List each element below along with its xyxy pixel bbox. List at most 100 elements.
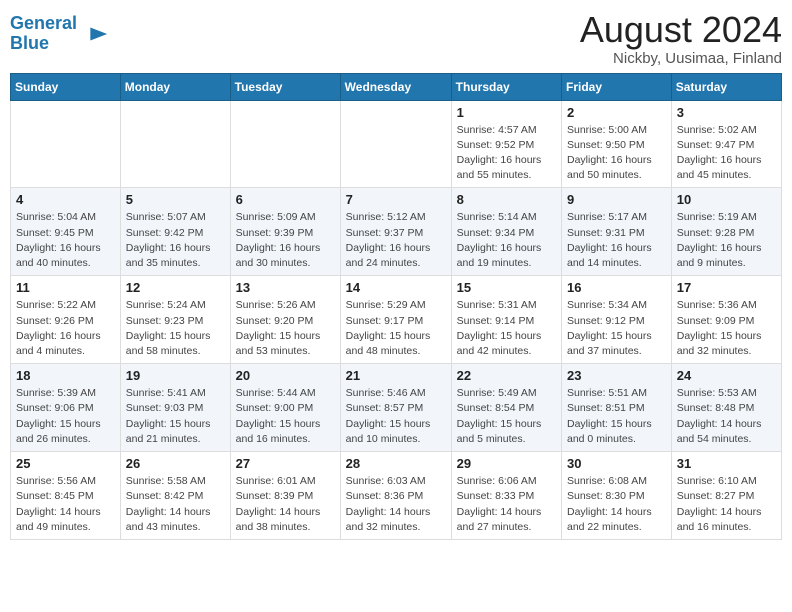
day-number: 21 [346,368,446,383]
calendar-cell: 31 Sunrise: 6:10 AM Sunset: 8:27 PM Dayli… [671,452,781,540]
day-number: 10 [677,192,776,207]
day-number: 12 [126,280,225,295]
calendar-cell: 14 Sunrise: 5:29 AM Sunset: 9:17 PM Dayli… [340,276,451,364]
week-row: 25Sunrise: 5:56 AM Sunset: 8:45 PM Dayli… [11,452,782,540]
calendar-cell: 19Sunrise: 5:41 AM Sunset: 9:03 PM Dayli… [120,364,230,452]
calendar-cell [340,100,451,188]
day-info: Sunrise: 6:01 AM Sunset: 8:39 PM Dayligh… [236,474,335,535]
day-number: 8 [457,192,556,207]
day-info: Sunrise: 5:34 AM Sunset: 9:12 PM Dayligh… [567,298,666,359]
title-block: August 2024 Nickby, Uusimaa, Finland [580,10,782,67]
day-info: Sunrise: 5:49 AM Sunset: 8:54 PM Dayligh… [457,386,556,447]
day-number: 6 [236,192,335,207]
day-info: Sunrise: 5:46 AM Sunset: 8:57 PM Dayligh… [346,386,446,447]
day-info: Sunrise: 5:09 AM Sunset: 9:39 PM Dayligh… [236,210,335,271]
calendar-body: 1Sunrise: 4:57 AM Sunset: 9:52 PM Daylig… [11,100,782,539]
day-info: Sunrise: 5:44 AM Sunset: 9:00 PM Dayligh… [236,386,335,447]
main-title: August 2024 [580,10,782,50]
day-info: Sunrise: 5:26 AM Sunset: 9:20 PM Dayligh… [236,298,335,359]
day-info: Sunrise: 5:36 AM Sunset: 9:09 PM Dayligh… [677,298,776,359]
day-number: 3 [677,105,776,120]
day-number: 29 [457,456,556,471]
day-number: 28 [346,456,446,471]
day-number: 23 [567,368,666,383]
day-number: 9 [567,192,666,207]
day-info: Sunrise: 5:04 AM Sunset: 9:45 PM Dayligh… [16,210,115,271]
calendar-cell: 2 Sunrise: 5:00 AM Sunset: 9:50 PM Daylig… [562,100,672,188]
day-info: Sunrise: 4:57 AM Sunset: 9:52 PM Dayligh… [457,123,556,184]
day-number: 11 [16,280,115,295]
subtitle: Nickby, Uusimaa, Finland [580,50,782,67]
calendar-cell: 17 Sunrise: 5:36 AM Sunset: 9:09 PM Dayli… [671,276,781,364]
calendar-cell: 6 Sunrise: 5:09 AM Sunset: 9:39 PM Daylig… [230,188,340,276]
day-number: 2 [567,105,666,120]
day-info: Sunrise: 5:19 AM Sunset: 9:28 PM Dayligh… [677,210,776,271]
calendar-cell: 18 Sunrise: 5:39 AM Sunset: 9:06 PM Dayli… [11,364,121,452]
calendar-cell: 29 Sunrise: 6:06 AM Sunset: 8:33 PM Dayli… [451,452,561,540]
day-info: Sunrise: 5:02 AM Sunset: 9:47 PM Dayligh… [677,123,776,184]
page-header: GeneralBlue August 2024 Nickby, Uusimaa,… [10,10,782,67]
day-info: Sunrise: 6:08 AM Sunset: 8:30 PM Dayligh… [567,474,666,535]
day-number: 24 [677,368,776,383]
calendar-cell: 11Sunrise: 5:22 AM Sunset: 9:26 PM Dayli… [11,276,121,364]
weekday-header: Tuesday [230,73,340,100]
weekday-header: Monday [120,73,230,100]
day-info: Sunrise: 5:41 AM Sunset: 9:03 PM Dayligh… [126,386,225,447]
calendar-cell [230,100,340,188]
logo-icon [81,20,109,48]
day-number: 5 [126,192,225,207]
day-info: Sunrise: 5:00 AM Sunset: 9:50 PM Dayligh… [567,123,666,184]
day-info: Sunrise: 5:24 AM Sunset: 9:23 PM Dayligh… [126,298,225,359]
day-info: Sunrise: 6:06 AM Sunset: 8:33 PM Dayligh… [457,474,556,535]
day-number: 26 [126,456,225,471]
day-info: Sunrise: 5:51 AM Sunset: 8:51 PM Dayligh… [567,386,666,447]
calendar-cell [120,100,230,188]
day-info: Sunrise: 5:12 AM Sunset: 9:37 PM Dayligh… [346,210,446,271]
weekday-header: Friday [562,73,672,100]
week-row: 4Sunrise: 5:04 AM Sunset: 9:45 PM Daylig… [11,188,782,276]
day-number: 14 [346,280,446,295]
day-number: 17 [677,280,776,295]
weekday-header: Saturday [671,73,781,100]
calendar-cell: 3 Sunrise: 5:02 AM Sunset: 9:47 PM Daylig… [671,100,781,188]
day-number: 18 [16,368,115,383]
day-number: 22 [457,368,556,383]
day-info: Sunrise: 5:14 AM Sunset: 9:34 PM Dayligh… [457,210,556,271]
weekday-header: Wednesday [340,73,451,100]
week-row: 11Sunrise: 5:22 AM Sunset: 9:26 PM Dayli… [11,276,782,364]
calendar-cell: 30 Sunrise: 6:08 AM Sunset: 8:30 PM Dayli… [562,452,672,540]
calendar-cell: 16Sunrise: 5:34 AM Sunset: 9:12 PM Dayli… [562,276,672,364]
day-info: Sunrise: 5:07 AM Sunset: 9:42 PM Dayligh… [126,210,225,271]
day-number: 13 [236,280,335,295]
calendar-cell: 9Sunrise: 5:17 AM Sunset: 9:31 PM Daylig… [562,188,672,276]
logo: GeneralBlue [10,14,109,54]
day-number: 31 [677,456,776,471]
day-number: 30 [567,456,666,471]
day-number: 27 [236,456,335,471]
week-row: 1Sunrise: 4:57 AM Sunset: 9:52 PM Daylig… [11,100,782,188]
calendar-cell: 5 Sunrise: 5:07 AM Sunset: 9:42 PM Daylig… [120,188,230,276]
weekday-header: Thursday [451,73,561,100]
day-info: Sunrise: 5:56 AM Sunset: 8:45 PM Dayligh… [16,474,115,535]
calendar-cell: 12 Sunrise: 5:24 AM Sunset: 9:23 PM Dayli… [120,276,230,364]
day-info: Sunrise: 6:10 AM Sunset: 8:27 PM Dayligh… [677,474,776,535]
calendar-cell: 26Sunrise: 5:58 AM Sunset: 8:42 PM Dayli… [120,452,230,540]
day-info: Sunrise: 5:39 AM Sunset: 9:06 PM Dayligh… [16,386,115,447]
calendar-cell: 4Sunrise: 5:04 AM Sunset: 9:45 PM Daylig… [11,188,121,276]
calendar-cell: 13 Sunrise: 5:26 AM Sunset: 9:20 PM Dayli… [230,276,340,364]
day-info: Sunrise: 6:03 AM Sunset: 8:36 PM Dayligh… [346,474,446,535]
calendar-cell: 21 Sunrise: 5:46 AM Sunset: 8:57 PM Dayli… [340,364,451,452]
calendar-cell [11,100,121,188]
day-info: Sunrise: 5:53 AM Sunset: 8:48 PM Dayligh… [677,386,776,447]
calendar-cell: 24 Sunrise: 5:53 AM Sunset: 8:48 PM Dayli… [671,364,781,452]
day-number: 20 [236,368,335,383]
calendar-cell: 22 Sunrise: 5:49 AM Sunset: 8:54 PM Dayli… [451,364,561,452]
calendar-cell: 15Sunrise: 5:31 AM Sunset: 9:14 PM Dayli… [451,276,561,364]
calendar-cell: 8 Sunrise: 5:14 AM Sunset: 9:34 PM Daylig… [451,188,561,276]
day-info: Sunrise: 5:29 AM Sunset: 9:17 PM Dayligh… [346,298,446,359]
calendar-cell: 27 Sunrise: 6:01 AM Sunset: 8:39 PM Dayli… [230,452,340,540]
calendar-cell: 10 Sunrise: 5:19 AM Sunset: 9:28 PM Dayli… [671,188,781,276]
logo-text: GeneralBlue [10,14,77,54]
calendar-cell: 20 Sunrise: 5:44 AM Sunset: 9:00 PM Dayli… [230,364,340,452]
calendar-header: SundayMondayTuesdayWednesdayThursdayFrid… [11,73,782,100]
